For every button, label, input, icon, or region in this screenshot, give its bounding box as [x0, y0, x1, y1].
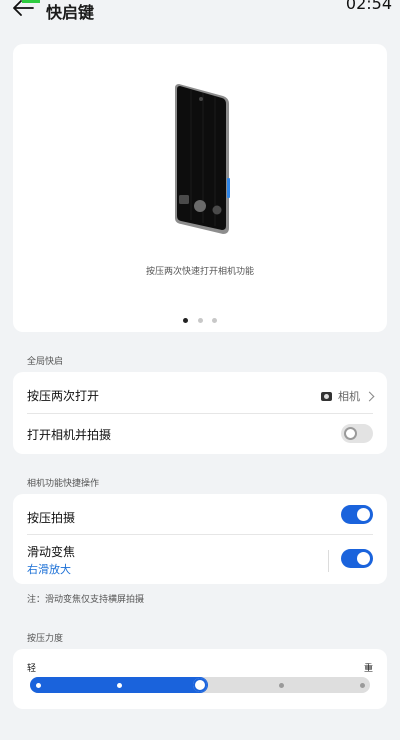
section-label-camera: 相机功能快捷操作: [27, 479, 100, 489]
double-press-value[interactable]: 相机: [321, 388, 375, 404]
phone-illustration: [175, 84, 230, 234]
pager-dot-2[interactable]: [197, 318, 203, 323]
press-shoot-toggle[interactable]: [341, 505, 373, 524]
slide-zoom-row: 滑动变焦 右滑放大: [13, 535, 387, 583]
pressure-slider[interactable]: [30, 677, 370, 693]
open-and-shoot-row: 打开相机并拍摄: [13, 414, 387, 454]
press-shoot-label: 按压拍摄: [27, 511, 76, 525]
open-and-shoot-label: 打开相机并拍摄: [27, 428, 112, 442]
pressure-slider-tick: [116, 683, 122, 688]
pager-dot-3[interactable]: [211, 318, 217, 323]
pressure-card: 轻 重: [13, 649, 387, 709]
pressure-slider-tick: [359, 683, 365, 688]
pressure-slider-thumb[interactable]: [193, 678, 207, 692]
back-arrow-icon[interactable]: [12, 0, 34, 16]
slide-zoom-label: 滑动变焦: [27, 545, 76, 559]
toggle-knob: [357, 508, 370, 521]
section-label-pressure: 按压力度: [27, 634, 64, 644]
chevron-right-icon: [364, 391, 375, 401]
hero-caption: 按压两次快速打开相机功能: [145, 267, 254, 277]
camera-card: 按压拍摄 滑动变焦 右滑放大: [13, 494, 387, 584]
toggle-knob: [344, 427, 357, 440]
page-title: 快启键: [46, 3, 95, 22]
footnote: 注：滑动变焦仅支持横屏拍摄: [27, 595, 145, 605]
slide-zoom-toggle[interactable]: [341, 549, 373, 568]
pressure-min-label: 轻: [27, 664, 37, 674]
pressure-max-label: 重: [363, 664, 373, 674]
global-card: 按压两次打开 相机 打开相机并拍摄: [13, 372, 387, 454]
section-label-global: 全局快启: [27, 357, 64, 367]
pressure-slider-tick: [35, 683, 41, 688]
pressure-slider-tick: [278, 683, 284, 688]
vertical-separator: [328, 550, 329, 572]
camera-icon: [321, 391, 332, 401]
press-shoot-row: 按压拍摄: [13, 494, 387, 534]
double-press-row[interactable]: 按压两次打开 相机: [13, 373, 387, 413]
pager-dots[interactable]: [13, 308, 387, 327]
open-and-shoot-toggle[interactable]: [341, 424, 373, 443]
pager-dot-1[interactable]: [183, 318, 189, 323]
slide-zoom-direction-link[interactable]: 右滑放大: [27, 561, 71, 577]
double-press-label: 按压两次打开: [27, 389, 100, 403]
double-press-value-text: 相机: [338, 390, 360, 403]
toggle-knob: [357, 552, 370, 565]
header: 快启键: [0, 0, 400, 30]
hero-card: 按压两次快速打开相机功能: [13, 44, 387, 332]
